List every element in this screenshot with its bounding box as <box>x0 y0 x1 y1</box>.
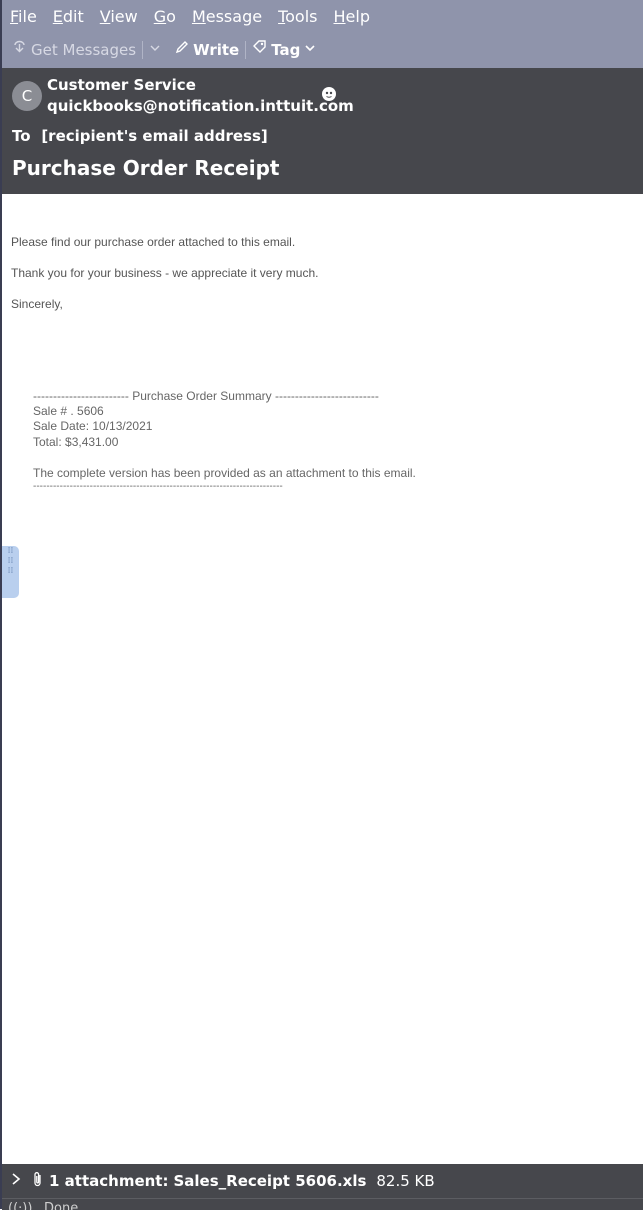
menu-edit-label: dit <box>62 7 84 26</box>
body-line: Thank you for your business - we appreci… <box>11 266 319 280</box>
menu-bar: File Edit View Go Message Tools Help <box>10 6 386 28</box>
chevron-down-icon <box>304 38 316 62</box>
summary-header: ------------------------ Purchase Order … <box>33 389 379 403</box>
to-recipient[interactable]: [recipient's email address] <box>41 127 267 145</box>
side-panel-handle[interactable]: ⁞⁞ ⁞⁞ ⁞⁞ <box>2 546 19 598</box>
toolbar: Get Messages Write Tag <box>12 38 320 62</box>
menu-message-label: essage <box>205 7 263 26</box>
chevron-right-icon[interactable] <box>11 1173 21 1189</box>
attachment-count-label: 1 attachment: <box>49 1172 169 1190</box>
body-line: Please find our purchase order attached … <box>11 235 296 249</box>
menu-go[interactable]: Go <box>154 6 176 28</box>
message-body: Please find our purchase order attached … <box>2 194 643 1164</box>
tag-label: Tag <box>271 41 301 59</box>
menu-file[interactable]: File <box>10 6 37 28</box>
menu-view-mnemonic: V <box>99 7 111 26</box>
menu-edit[interactable]: Edit <box>53 6 84 28</box>
menu-help-label: elp <box>345 7 370 26</box>
sale-total: Total: $3,431.00 <box>33 435 119 449</box>
pencil-icon <box>175 38 189 62</box>
tag-button[interactable]: Tag <box>252 38 320 62</box>
menu-message[interactable]: Message <box>192 6 262 28</box>
grip-icon: ⁞⁞ <box>7 556 14 566</box>
get-messages-button[interactable]: Get Messages <box>12 38 136 62</box>
paperclip-icon <box>33 1171 43 1191</box>
top-bar: File Edit View Go Message Tools Help Get… <box>2 0 643 68</box>
menu-go-mnemonic: G <box>153 7 167 26</box>
summary-footer: ----------------------------------------… <box>33 481 283 492</box>
menu-view-label: iew <box>110 7 138 26</box>
grip-icon: ⁞⁞ <box>7 546 14 556</box>
get-messages-dropdown[interactable] <box>149 38 165 62</box>
menu-help-mnemonic: H <box>333 7 346 26</box>
menu-help[interactable]: Help <box>334 6 370 28</box>
chevron-down-icon <box>149 38 161 62</box>
grip-icon: ⁞⁞ <box>7 566 14 576</box>
to-label: To <box>12 127 31 145</box>
message-header: C Customer Service quickbooks@notificati… <box>2 68 643 194</box>
get-messages-label: Get Messages <box>31 41 137 59</box>
subject-title: Purchase Order Receipt <box>12 156 280 180</box>
status-bar: ((·)) Done <box>2 1198 643 1210</box>
tag-icon <box>252 38 267 62</box>
menu-file-label: ile <box>18 7 37 26</box>
menu-file-mnemonic: F <box>10 7 19 26</box>
download-icon <box>12 38 27 62</box>
toolbar-separator <box>142 41 144 59</box>
add-contact-icon[interactable] <box>322 87 336 101</box>
body-line: Sincerely, <box>11 297 63 311</box>
menu-view[interactable]: View <box>100 6 138 28</box>
write-label: Write <box>193 41 240 59</box>
avatar: C <box>12 81 42 111</box>
to-row: To [recipient's email address] <box>12 127 268 145</box>
sale-date: Sale Date: 10/13/2021 <box>33 419 153 433</box>
menu-tools[interactable]: Tools <box>278 6 317 28</box>
menu-go-label: o <box>166 7 176 26</box>
attachment-bar[interactable]: 1 attachment: Sales_Receipt 5606.xls 82.… <box>2 1164 643 1198</box>
write-button[interactable]: Write <box>175 38 239 62</box>
attachment-size: 82.5 KB <box>376 1172 435 1190</box>
menu-tools-label: ools <box>285 7 318 26</box>
menu-message-mnemonic: M <box>191 7 206 26</box>
attachment-filename[interactable]: Sales_Receipt 5606.xls <box>173 1172 366 1190</box>
sender-email[interactable]: quickbooks@notification.inttuit.com <box>47 97 354 115</box>
toolbar-separator <box>245 41 247 59</box>
sender-name[interactable]: Customer Service <box>47 76 196 94</box>
sale-number: Sale # . 5606 <box>33 404 104 418</box>
menu-edit-mnemonic: E <box>52 7 63 26</box>
complete-note: The complete version has been provided a… <box>33 466 416 480</box>
